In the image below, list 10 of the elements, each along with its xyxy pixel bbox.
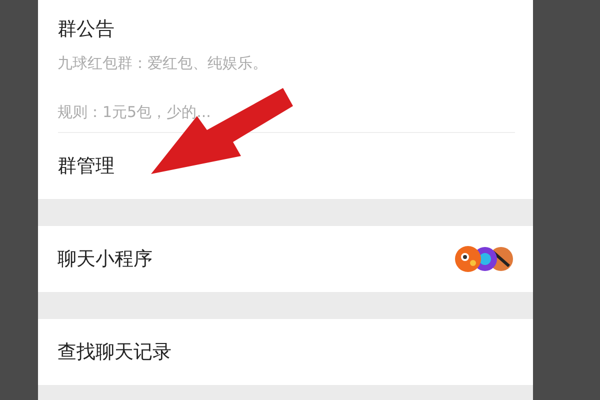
section-title: 群公告 (58, 17, 116, 42)
mini-program-icons[interactable] (452, 244, 514, 274)
announcement-text: 规则：1元5包，少的... (58, 103, 212, 122)
menu-row[interactable]: 查找聊天记录 (38, 319, 532, 385)
menu-label: 查找聊天记录 (58, 340, 172, 365)
menu-label: 聊天小程序 (58, 247, 152, 272)
announcement-text: 九球红包群：爱红包、纯娱乐。 (58, 54, 268, 73)
menu-row[interactable]: 群管理 (38, 133, 532, 199)
menu-label: 群管理 (58, 154, 114, 179)
menu-row[interactable]: 聊天小程序 (38, 226, 532, 292)
